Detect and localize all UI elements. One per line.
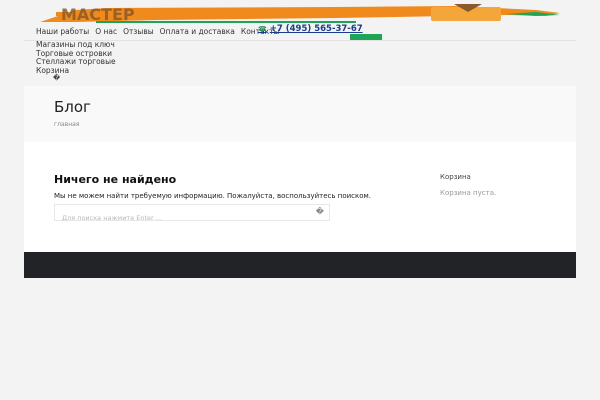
page-title: Блог [54, 98, 91, 116]
sub-menu: Магазины под ключ Торговые островки Стел… [36, 40, 116, 82]
sidebar-cart-title: Корзина [440, 173, 471, 181]
nav-item-works[interactable]: Наши работы [36, 27, 89, 36]
search-input[interactable] [55, 210, 305, 226]
not-found-text: Мы не можем найти требуемую информацию. … [54, 192, 372, 200]
site-logo[interactable]: МАСТЕР [36, 4, 564, 24]
footer [24, 252, 576, 278]
phone-number: +7 (495) 565-37-67 [269, 24, 363, 34]
page: МАСТЕР Наши работы О нас Отзывы Оплата и… [24, 0, 576, 278]
not-found-title: Ничего не найдено [54, 173, 177, 186]
main-content: Ничего не найдено Мы не можем найти треб… [24, 142, 576, 252]
breadcrumb-home[interactable]: главная [54, 121, 79, 128]
search-icon[interactable]: � [316, 207, 324, 216]
nav-item-payment-delivery[interactable]: Оплата и доставка [160, 27, 235, 36]
phone-link[interactable]: ☎ +7 (495) 565-37-67 [258, 24, 363, 34]
nav-item-about[interactable]: О нас [95, 27, 117, 36]
phone-icon: ☎ [258, 25, 267, 33]
submenu-item-cart[interactable]: Корзина [36, 66, 116, 76]
missing-glyph-icon: � [53, 74, 61, 82]
nav-item-reviews[interactable]: Отзывы [123, 27, 154, 36]
search-box: � [54, 204, 330, 226]
page-banner: Блог главная [24, 86, 576, 142]
sidebar-cart-empty: Корзина пуста. [440, 189, 497, 197]
main-nav: Наши работы О нас Отзывы Оплата и достав… [36, 27, 280, 36]
